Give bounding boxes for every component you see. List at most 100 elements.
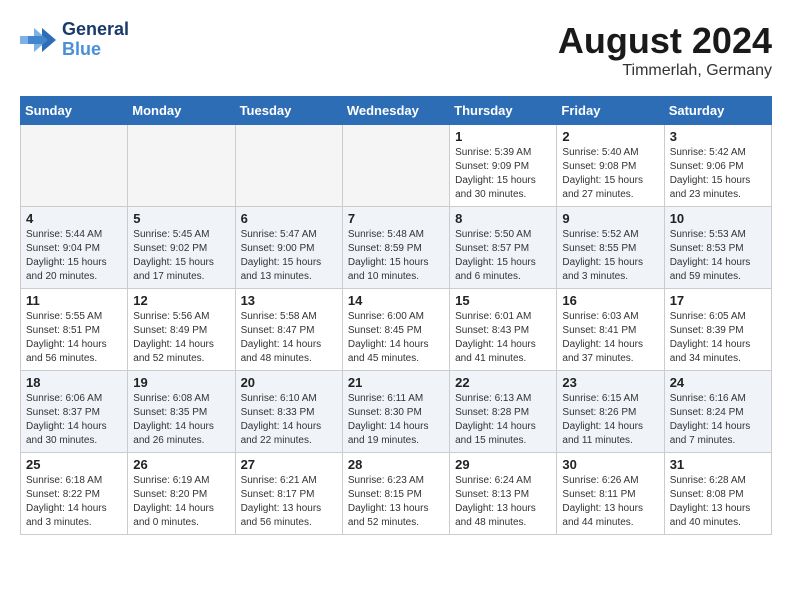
day-info: Sunrise: 5:53 AM Sunset: 8:53 PM Dayligh… (670, 228, 766, 284)
day-number: 3 (670, 129, 766, 144)
day-number: 13 (241, 293, 337, 308)
day-info: Sunrise: 6:10 AM Sunset: 8:33 PM Dayligh… (241, 392, 337, 448)
calendar-week: 25Sunrise: 6:18 AM Sunset: 8:22 PM Dayli… (21, 453, 772, 535)
header-friday: Friday (557, 97, 664, 125)
day-info: Sunrise: 5:44 AM Sunset: 9:04 PM Dayligh… (26, 228, 122, 284)
calendar-week: 11Sunrise: 5:55 AM Sunset: 8:51 PM Dayli… (21, 289, 772, 371)
calendar-cell: 9 Sunrise: 5:52 AM Sunset: 8:55 PM Daylig… (557, 207, 664, 289)
day-info: Sunrise: 5:39 AM Sunset: 9:09 PM Dayligh… (455, 146, 551, 202)
header-saturday: Saturday (664, 97, 771, 125)
calendar-cell: 11Sunrise: 5:55 AM Sunset: 8:51 PM Dayli… (21, 289, 128, 371)
day-info: Sunrise: 6:05 AM Sunset: 8:39 PM Dayligh… (670, 310, 766, 366)
day-number: 21 (348, 375, 444, 390)
calendar-cell (128, 125, 235, 207)
day-number: 22 (455, 375, 551, 390)
header-row: SundayMondayTuesdayWednesdayThursdayFrid… (21, 97, 772, 125)
day-info: Sunrise: 6:01 AM Sunset: 8:43 PM Dayligh… (455, 310, 551, 366)
calendar-cell: 7Sunrise: 5:48 AM Sunset: 8:59 PM Daylig… (342, 207, 449, 289)
calendar-cell: 14 Sunrise: 6:00 AM Sunset: 8:45 PM Dayli… (342, 289, 449, 371)
day-number: 18 (26, 375, 122, 390)
day-number: 14 (348, 293, 444, 308)
calendar-cell: 4 Sunrise: 5:44 AM Sunset: 9:04 PM Daylig… (21, 207, 128, 289)
day-number: 30 (562, 457, 658, 472)
day-number: 12 (133, 293, 229, 308)
day-number: 6 (241, 211, 337, 226)
logo-icon (20, 22, 56, 58)
calendar-cell: 21 Sunrise: 6:11 AM Sunset: 8:30 PM Dayli… (342, 371, 449, 453)
day-info: Sunrise: 5:55 AM Sunset: 8:51 PM Dayligh… (26, 310, 122, 366)
day-number: 9 (562, 211, 658, 226)
day-info: Sunrise: 5:48 AM Sunset: 8:59 PM Dayligh… (348, 228, 444, 284)
day-number: 4 (26, 211, 122, 226)
day-info: Sunrise: 6:03 AM Sunset: 8:41 PM Dayligh… (562, 310, 658, 366)
calendar-cell: 6Sunrise: 5:47 AM Sunset: 9:00 PM Daylig… (235, 207, 342, 289)
calendar-cell: 1 Sunrise: 5:39 AM Sunset: 9:09 PM Daylig… (450, 125, 557, 207)
day-number: 25 (26, 457, 122, 472)
calendar-cell: 22 Sunrise: 6:13 AM Sunset: 8:28 PM Dayli… (450, 371, 557, 453)
header-thursday: Thursday (450, 97, 557, 125)
day-info: Sunrise: 6:21 AM Sunset: 8:17 PM Dayligh… (241, 474, 337, 530)
day-info: Sunrise: 6:19 AM Sunset: 8:20 PM Dayligh… (133, 474, 229, 530)
day-info: Sunrise: 5:45 AM Sunset: 9:02 PM Dayligh… (133, 228, 229, 284)
day-info: Sunrise: 5:52 AM Sunset: 8:55 PM Dayligh… (562, 228, 658, 284)
calendar-week: 18 Sunrise: 6:06 AM Sunset: 8:37 PM Dayli… (21, 371, 772, 453)
calendar-cell (342, 125, 449, 207)
day-info: Sunrise: 6:24 AM Sunset: 8:13 PM Dayligh… (455, 474, 551, 530)
page-header: General Blue August 2024 Timmerlah, Germ… (20, 20, 772, 80)
calendar-cell: 5 Sunrise: 5:45 AM Sunset: 9:02 PM Daylig… (128, 207, 235, 289)
day-info: Sunrise: 5:50 AM Sunset: 8:57 PM Dayligh… (455, 228, 551, 284)
day-info: Sunrise: 5:58 AM Sunset: 8:47 PM Dayligh… (241, 310, 337, 366)
day-info: Sunrise: 6:23 AM Sunset: 8:15 PM Dayligh… (348, 474, 444, 530)
day-number: 29 (455, 457, 551, 472)
header-tuesday: Tuesday (235, 97, 342, 125)
day-info: Sunrise: 5:42 AM Sunset: 9:06 PM Dayligh… (670, 146, 766, 202)
day-info: Sunrise: 6:13 AM Sunset: 8:28 PM Dayligh… (455, 392, 551, 448)
calendar-cell: 19Sunrise: 6:08 AM Sunset: 8:35 PM Dayli… (128, 371, 235, 453)
logo-line1: General (62, 20, 129, 40)
logo: General Blue (20, 20, 129, 60)
day-info: Sunrise: 6:00 AM Sunset: 8:45 PM Dayligh… (348, 310, 444, 366)
logo-line2: Blue (62, 39, 101, 59)
calendar-cell: 15 Sunrise: 6:01 AM Sunset: 8:43 PM Dayli… (450, 289, 557, 371)
day-info: Sunrise: 5:56 AM Sunset: 8:49 PM Dayligh… (133, 310, 229, 366)
calendar-cell: 20Sunrise: 6:10 AM Sunset: 8:33 PM Dayli… (235, 371, 342, 453)
calendar-cell: 31Sunrise: 6:28 AM Sunset: 8:08 PM Dayli… (664, 453, 771, 535)
day-info: Sunrise: 6:15 AM Sunset: 8:26 PM Dayligh… (562, 392, 658, 448)
header-sunday: Sunday (21, 97, 128, 125)
day-number: 15 (455, 293, 551, 308)
day-info: Sunrise: 6:16 AM Sunset: 8:24 PM Dayligh… (670, 392, 766, 448)
day-number: 2 (562, 129, 658, 144)
day-number: 10 (670, 211, 766, 226)
calendar-week: 4 Sunrise: 5:44 AM Sunset: 9:04 PM Daylig… (21, 207, 772, 289)
calendar-cell: 16 Sunrise: 6:03 AM Sunset: 8:41 PM Dayli… (557, 289, 664, 371)
logo-text: General Blue (62, 20, 129, 60)
day-number: 17 (670, 293, 766, 308)
calendar-cell: 10 Sunrise: 5:53 AM Sunset: 8:53 PM Dayli… (664, 207, 771, 289)
day-info: Sunrise: 6:11 AM Sunset: 8:30 PM Dayligh… (348, 392, 444, 448)
month-year: August 2024 (558, 20, 772, 62)
day-number: 8 (455, 211, 551, 226)
day-info: Sunrise: 6:28 AM Sunset: 8:08 PM Dayligh… (670, 474, 766, 530)
calendar-cell: 23Sunrise: 6:15 AM Sunset: 8:26 PM Dayli… (557, 371, 664, 453)
day-number: 19 (133, 375, 229, 390)
calendar-cell (21, 125, 128, 207)
day-number: 16 (562, 293, 658, 308)
title-block: August 2024 Timmerlah, Germany (558, 20, 772, 80)
calendar-cell: 28Sunrise: 6:23 AM Sunset: 8:15 PM Dayli… (342, 453, 449, 535)
calendar-cell: 26 Sunrise: 6:19 AM Sunset: 8:20 PM Dayli… (128, 453, 235, 535)
day-number: 27 (241, 457, 337, 472)
day-info: Sunrise: 6:06 AM Sunset: 8:37 PM Dayligh… (26, 392, 122, 448)
day-number: 5 (133, 211, 229, 226)
calendar-cell: 18 Sunrise: 6:06 AM Sunset: 8:37 PM Dayli… (21, 371, 128, 453)
calendar-cell: 12 Sunrise: 5:56 AM Sunset: 8:49 PM Dayli… (128, 289, 235, 371)
day-number: 26 (133, 457, 229, 472)
day-number: 1 (455, 129, 551, 144)
header-wednesday: Wednesday (342, 97, 449, 125)
header-monday: Monday (128, 97, 235, 125)
calendar-cell: 2Sunrise: 5:40 AM Sunset: 9:08 PM Daylig… (557, 125, 664, 207)
calendar-cell (235, 125, 342, 207)
calendar-week: 1 Sunrise: 5:39 AM Sunset: 9:09 PM Daylig… (21, 125, 772, 207)
calendar-cell: 27 Sunrise: 6:21 AM Sunset: 8:17 PM Dayli… (235, 453, 342, 535)
calendar-cell: 29 Sunrise: 6:24 AM Sunset: 8:13 PM Dayli… (450, 453, 557, 535)
calendar-table: SundayMondayTuesdayWednesdayThursdayFrid… (20, 96, 772, 535)
